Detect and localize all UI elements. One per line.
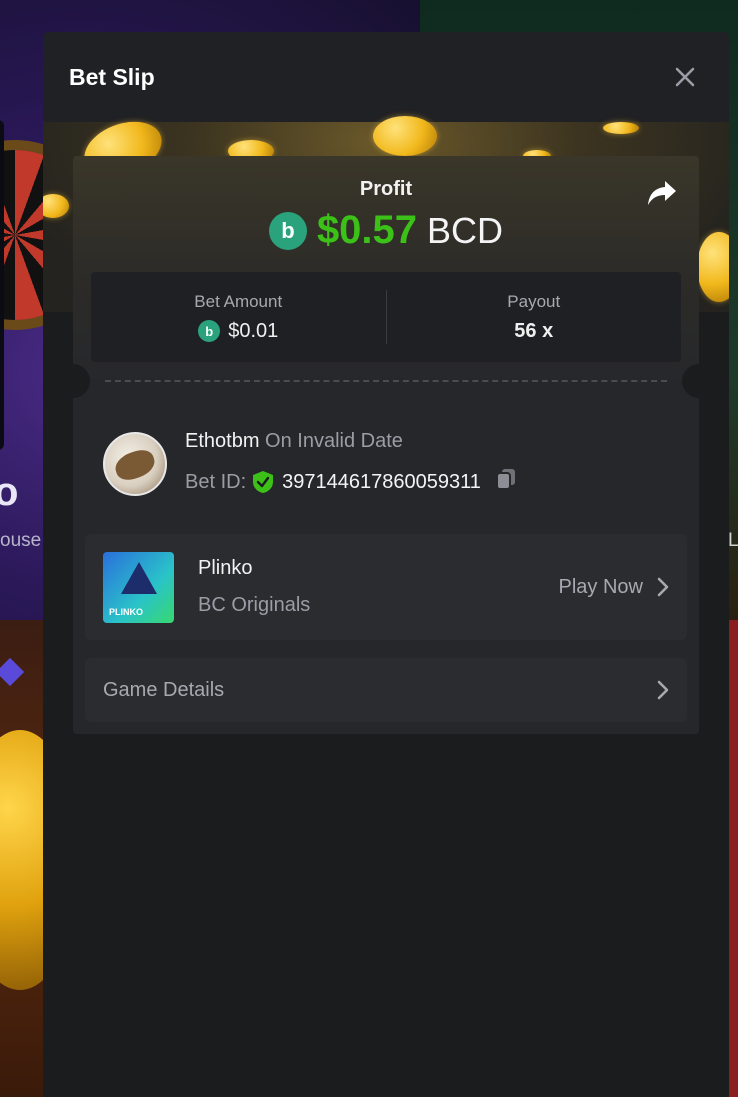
- background-title-fragment: o: [0, 470, 19, 514]
- plinko-pyramid-icon: [121, 561, 157, 594]
- bet-amount-value-row: b $0.01: [198, 320, 278, 343]
- chevron-right-icon: [657, 680, 669, 700]
- payout-stat: Payout 56 x: [387, 272, 682, 362]
- modal-header: Bet Slip: [43, 32, 729, 122]
- share-icon: [648, 181, 676, 205]
- bet-stats: Bet Amount b $0.01 Payout 56 x: [91, 272, 681, 362]
- game-thumbnail[interactable]: PLINKO: [103, 551, 174, 623]
- play-now-button[interactable]: Play Now: [559, 576, 669, 599]
- share-button[interactable]: [647, 180, 677, 211]
- copy-bet-id-button[interactable]: [495, 467, 517, 497]
- verified-shield-icon: [253, 471, 274, 493]
- profit-value: $0.57: [316, 208, 418, 252]
- game-thumbnail-text: PLINKO: [109, 606, 144, 617]
- ticket-notch-left: [56, 364, 90, 398]
- ticket-perforation: [56, 364, 716, 398]
- background-subtitle-fragment: ouse: [0, 530, 42, 551]
- close-icon: [675, 67, 695, 87]
- game-details-label: Game Details: [103, 678, 225, 701]
- gold-coin-decoration: [43, 194, 69, 218]
- bet-amount-value: $0.01: [228, 319, 279, 342]
- payout-label: Payout: [507, 291, 561, 311]
- chevron-right-icon: [657, 577, 669, 597]
- bet-amount-stat: Bet Amount b $0.01: [91, 272, 386, 362]
- bet-id-label: Bet ID:: [185, 470, 247, 493]
- gold-coin-decoration: [373, 116, 437, 156]
- profit-row: b $0.57 BCD: [73, 208, 699, 253]
- bet-date: On Invalid Date: [265, 430, 403, 452]
- profit-currency: BCD: [427, 209, 504, 251]
- bcd-coin-icon: b: [268, 211, 307, 250]
- bet-slip-card: Profit b $0.57 BCD Bet Amount b $0.01 Pa…: [56, 156, 716, 734]
- play-now-label: Play Now: [558, 575, 643, 598]
- game-details-button[interactable]: Game Details: [85, 658, 687, 722]
- profit-section: Profit b $0.57 BCD Bet Amount b $0.01 Pa…: [73, 156, 699, 378]
- bettor-row: Ethotbm On Invalid Date Bet ID: 39714461…: [103, 430, 517, 497]
- gold-coin-decoration: [603, 122, 639, 134]
- game-row[interactable]: PLINKO Plinko BC Originals Play Now: [85, 534, 687, 640]
- avatar[interactable]: [103, 431, 167, 496]
- background-card-edge: [0, 120, 4, 450]
- bet-slip-modal: Bet Slip Profit b $0.57 BCD Bet Amount b…: [43, 32, 729, 1097]
- game-name: Plinko: [198, 557, 253, 579]
- profit-label: Profit: [359, 178, 413, 200]
- payout-value: 56 x: [514, 319, 554, 342]
- game-info: Plinko BC Originals: [198, 557, 559, 617]
- bet-id-line: Bet ID: 397144617860059311: [185, 467, 517, 497]
- bettor-info: Ethotbm On Invalid Date Bet ID: 39714461…: [185, 430, 517, 497]
- copy-icon: [495, 469, 515, 490]
- ticket-notch-right: [682, 364, 716, 398]
- bet-id-value: 397144617860059311: [282, 470, 481, 493]
- close-button[interactable]: [671, 63, 699, 91]
- background-text-fragment: L: [728, 530, 738, 551]
- bet-amount-label: Bet Amount: [194, 291, 283, 311]
- modal-title: Bet Slip: [69, 63, 155, 90]
- gold-coin-decoration: [697, 232, 729, 302]
- background-strip: [728, 620, 738, 1097]
- game-provider: BC Originals: [198, 594, 311, 616]
- username[interactable]: Ethotbm: [185, 430, 259, 452]
- bcd-coin-icon: b: [198, 320, 221, 342]
- dashed-divider: [105, 380, 667, 382]
- bettor-line: Ethotbm On Invalid Date: [185, 430, 517, 453]
